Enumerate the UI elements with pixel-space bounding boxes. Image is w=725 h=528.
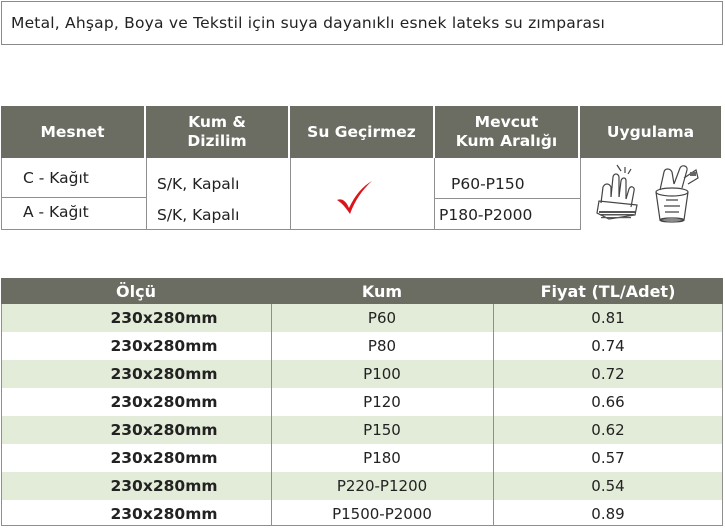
spec-divider-3 bbox=[434, 158, 435, 230]
price-border-left bbox=[1, 304, 2, 526]
header-size: Ölçü bbox=[1, 278, 271, 304]
spec-border-left bbox=[1, 158, 2, 230]
header-waterproof: Su Geçirmez bbox=[290, 106, 435, 158]
price-cell: 0.89 bbox=[591, 505, 625, 523]
table-row: 230x280mm P60 0.81 bbox=[1, 304, 723, 332]
table-row: 230x280mm P150 0.62 bbox=[1, 416, 723, 444]
row1-grit-range: P60-P150 bbox=[451, 172, 525, 196]
grit-cell: P80 bbox=[367, 337, 397, 355]
spec-divider-1 bbox=[146, 158, 147, 230]
grit-cell: P120 bbox=[363, 393, 401, 411]
table-row: 230x280mm P220-P1200 0.54 bbox=[1, 472, 723, 500]
table-row: 230x280mm P80 0.74 bbox=[1, 332, 723, 360]
price-cell: 0.57 bbox=[591, 449, 625, 467]
price-cell: 0.72 bbox=[591, 365, 625, 383]
header-grit-coat: Kum & Dizilim bbox=[146, 106, 290, 158]
table-row: 230x280mm P180 0.57 bbox=[1, 444, 723, 472]
paint-bucket-sanding-icon bbox=[655, 165, 699, 223]
grit-cell: P150 bbox=[363, 421, 401, 439]
price-cell: 0.74 bbox=[591, 337, 625, 355]
price-cell: 0.66 bbox=[591, 393, 625, 411]
header-grit-range: Mevcut Kum Aralığı bbox=[435, 106, 580, 158]
spec-row-divider-range bbox=[434, 198, 580, 199]
grit-cell: P220-P1200 bbox=[336, 477, 428, 495]
price-cell: 0.62 bbox=[591, 421, 625, 439]
price-border-bottom bbox=[1, 525, 723, 526]
price-divider-1 bbox=[271, 304, 272, 526]
price-cell: 0.54 bbox=[591, 477, 625, 495]
title-text: Metal, Ahşap, Boya ve Tekstil için suya … bbox=[11, 14, 605, 32]
header-backing: Mesnet bbox=[1, 106, 146, 158]
row1-backing: C - Kağıt bbox=[23, 166, 89, 190]
grit-cell: P180 bbox=[363, 449, 401, 467]
table-row: 230x280mm P1500-P2000 0.89 bbox=[1, 500, 723, 528]
row2-grit-range: P180-P2000 bbox=[439, 203, 533, 227]
table-row: 230x280mm P100 0.72 bbox=[1, 360, 723, 388]
row1-grit-coat: S/K, Kapalı bbox=[157, 172, 240, 196]
hand-sanding-icon bbox=[596, 164, 638, 220]
grit-cell: P100 bbox=[363, 365, 401, 383]
price-cell: 0.81 bbox=[591, 309, 625, 327]
check-icon bbox=[337, 181, 372, 214]
grit-cell: P1500-P2000 bbox=[332, 505, 432, 523]
header-application: Uygulama bbox=[580, 106, 723, 158]
page-title: Metal, Ahşap, Boya ve Tekstil için suya … bbox=[1, 1, 723, 45]
table-row: 230x280mm P120 0.66 bbox=[1, 388, 723, 416]
price-border-right bbox=[722, 304, 723, 526]
spec-border-bottom bbox=[1, 229, 580, 230]
header-grit: Kum bbox=[271, 278, 493, 304]
row2-backing: A - Kağıt bbox=[23, 200, 89, 224]
price-divider-2 bbox=[493, 304, 494, 526]
grit-cell: P60 bbox=[367, 309, 397, 327]
header-price: Fiyat (TL/Adet) bbox=[493, 278, 723, 304]
spec-row-divider-left bbox=[1, 197, 146, 198]
spec-divider-2 bbox=[290, 158, 291, 230]
price-table: Ölçü Kum Fiyat (TL/Adet) 230x280mm P60 0… bbox=[1, 278, 723, 526]
spec-divider-4 bbox=[580, 158, 581, 230]
row2-grit-coat: S/K, Kapalı bbox=[157, 203, 240, 227]
spec-table: Mesnet Kum & Dizilim Su Geçirmez Mevcut … bbox=[1, 106, 723, 230]
